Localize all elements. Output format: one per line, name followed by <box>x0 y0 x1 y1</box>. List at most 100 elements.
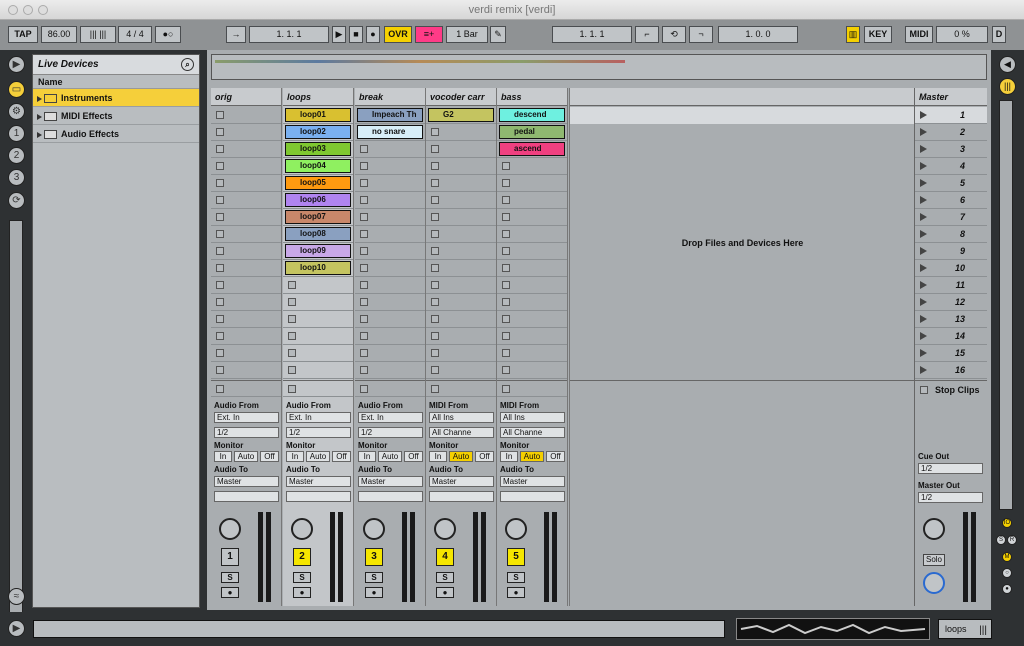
monitor-off-button[interactable]: Off <box>475 451 494 462</box>
clip-stop-icon[interactable] <box>288 366 296 374</box>
loop-start-field[interactable]: 1. 1. 1 <box>552 26 632 43</box>
clip-slot[interactable] <box>426 175 496 192</box>
clip[interactable]: no snare <box>357 125 423 139</box>
clip[interactable]: loop09 <box>285 244 351 258</box>
overdub-button[interactable]: OVR <box>384 26 412 43</box>
scene-9[interactable]: 9 <box>915 243 987 260</box>
scene-15[interactable]: 15 <box>915 345 987 362</box>
clip-stop-icon[interactable] <box>360 281 368 289</box>
solo-button[interactable]: S <box>365 572 383 583</box>
clip-slot[interactable] <box>355 243 425 260</box>
follow-icon[interactable]: → <box>226 26 246 43</box>
track-activator-button[interactable]: 2 <box>293 548 311 566</box>
clip-slot[interactable] <box>426 124 496 141</box>
clip-slot[interactable] <box>355 328 425 345</box>
clip-slot[interactable] <box>497 260 567 277</box>
tempo-field[interactable]: 86.00 <box>41 26 77 43</box>
clip-slot[interactable] <box>211 260 281 277</box>
track-stop-button[interactable] <box>426 380 496 397</box>
clip-slot[interactable] <box>211 192 281 209</box>
clip-stop-icon[interactable] <box>216 162 224 170</box>
clip-stop-icon[interactable] <box>216 349 224 357</box>
clip-slot[interactable] <box>211 243 281 260</box>
clip[interactable]: loop05 <box>285 176 351 190</box>
quantize-dropdown[interactable]: 1 Bar <box>446 26 488 43</box>
mixer-toggle-icon[interactable]: M <box>1002 552 1012 562</box>
clip-slot[interactable]: pedal <box>497 124 567 141</box>
track-stop-button[interactable] <box>497 380 567 397</box>
track-activator-button[interactable]: 4 <box>436 548 454 566</box>
clip-stop-icon[interactable] <box>216 264 224 272</box>
clip-slot[interactable] <box>355 175 425 192</box>
scene-launch-icon[interactable] <box>920 230 927 238</box>
solo-button[interactable]: S <box>293 572 311 583</box>
nudge-icon[interactable]: ||| ||| <box>80 26 116 43</box>
clip-slot[interactable] <box>211 345 281 362</box>
clip-stop-icon[interactable] <box>431 145 439 153</box>
clip-slot[interactable] <box>355 311 425 328</box>
clip-slot[interactable] <box>211 328 281 345</box>
clip-stop-icon[interactable] <box>502 247 510 255</box>
browser-item-midi-effects[interactable]: MIDI Effects <box>33 107 199 125</box>
overview-waveform[interactable] <box>736 618 930 640</box>
output-dropdown[interactable]: Master <box>429 476 494 487</box>
input-channel-dropdown[interactable]: All Channe <box>429 427 494 438</box>
session-record-icon[interactable]: ≡+ <box>415 26 443 43</box>
clip[interactable]: pedal <box>499 125 565 139</box>
clip-stop-icon[interactable] <box>502 230 510 238</box>
clip[interactable]: G2 <box>428 108 494 122</box>
solo-button[interactable]: S <box>221 572 239 583</box>
clip-stop-icon[interactable] <box>360 162 368 170</box>
loop-length-field[interactable]: 1. 0. 0 <box>718 26 798 43</box>
clip-stop-icon[interactable] <box>360 366 368 374</box>
clip-slot[interactable] <box>355 141 425 158</box>
input-type-dropdown[interactable]: Ext. In <box>214 412 279 423</box>
clip-slot[interactable] <box>211 277 281 294</box>
output-channel-dropdown[interactable] <box>214 491 279 502</box>
solo-button[interactable]: S <box>436 572 454 583</box>
clip-stop-icon[interactable] <box>216 179 224 187</box>
track-activator-button[interactable]: 5 <box>507 548 525 566</box>
cue-out-dropdown[interactable]: 1/2 <box>918 463 983 474</box>
clip-stop-icon[interactable] <box>360 332 368 340</box>
clip-slot[interactable] <box>211 107 281 124</box>
search-icon[interactable]: ⌕ <box>181 58 194 71</box>
clip-slot[interactable]: loop08 <box>283 226 353 243</box>
returns-toggle-icon[interactable]: R <box>1007 535 1017 545</box>
clip-slot[interactable] <box>497 328 567 345</box>
clip[interactable]: loop01 <box>285 108 351 122</box>
scene-launch-icon[interactable] <box>920 366 927 374</box>
io-toggle-icon[interactable]: IO <box>1002 518 1012 528</box>
monitor-auto-button[interactable]: Auto <box>306 451 330 462</box>
master-solo-button[interactable]: Solo <box>923 554 945 566</box>
clip-stop-icon[interactable] <box>502 349 510 357</box>
track-header[interactable]: loops <box>283 88 353 106</box>
arm-button[interactable]: ● <box>507 587 525 598</box>
scene-1[interactable]: 1 <box>915 107 987 124</box>
clip-slot[interactable] <box>426 192 496 209</box>
clip-slot[interactable]: Impeach Th <box>355 107 425 124</box>
clip-slot[interactable] <box>497 158 567 175</box>
clip-slot[interactable] <box>426 243 496 260</box>
clip-slot[interactable] <box>497 277 567 294</box>
clip-slot[interactable] <box>426 158 496 175</box>
clip-slot[interactable] <box>283 311 353 328</box>
record-icon[interactable]: ● <box>366 26 380 43</box>
clip-stop-icon[interactable] <box>360 315 368 323</box>
clip-stop-icon[interactable] <box>360 196 368 204</box>
monitor-auto-button[interactable]: Auto <box>234 451 258 462</box>
output-dropdown[interactable]: Master <box>358 476 423 487</box>
scene-8[interactable]: 8 <box>915 226 987 243</box>
clip-stop-icon[interactable] <box>502 366 510 374</box>
monitor-in-button[interactable]: In <box>500 451 518 462</box>
scene-launch-icon[interactable] <box>920 111 927 119</box>
input-type-dropdown[interactable]: Ext. In <box>358 412 423 423</box>
clip[interactable]: descend <box>499 108 565 122</box>
monitor-auto-button[interactable]: Auto <box>449 451 473 462</box>
clip-slot[interactable] <box>426 260 496 277</box>
scene-launch-icon[interactable] <box>920 162 927 170</box>
clip-stop-icon[interactable] <box>431 298 439 306</box>
scene-4[interactable]: 4 <box>915 158 987 175</box>
clip-slot[interactable] <box>355 158 425 175</box>
clip-stop-icon[interactable] <box>216 213 224 221</box>
